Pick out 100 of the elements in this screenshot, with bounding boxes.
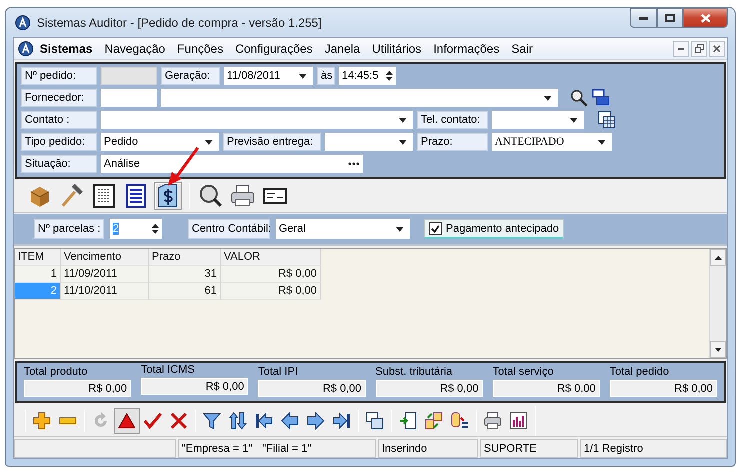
close-icon <box>713 44 721 52</box>
column-header[interactable]: VALOR <box>221 249 321 266</box>
database-query-icon <box>451 412 469 430</box>
column-header[interactable]: Prazo <box>149 249 221 266</box>
status-text: "Filial = 1" <box>262 442 312 454</box>
menu-item[interactable]: Informações <box>428 42 506 56</box>
status-text: "Empresa = 1" <box>182 442 252 454</box>
total-value: R$ 0,00 <box>258 380 366 397</box>
tab-button[interactable] <box>154 182 182 210</box>
prepaid-checkbox[interactable]: Pagamento antecipado <box>424 219 564 239</box>
column-header[interactable]: Vencimento <box>61 249 149 266</box>
close-button[interactable] <box>709 40 725 56</box>
transfer-icon <box>425 412 443 430</box>
order-type-dropdown[interactable]: Pedido <box>101 133 219 151</box>
right-arrow-icon <box>307 412 325 430</box>
field-label: Nº pedido: <box>21 67 97 85</box>
maximize-button[interactable] <box>657 8 683 28</box>
card-icon <box>263 188 287 204</box>
window-title: Sistemas Auditor - [Pedido de compra - versão 1.255] <box>37 16 323 30</box>
field-label: Geração: <box>161 67 220 85</box>
field-label: Prazo: <box>417 133 488 151</box>
menu-item[interactable]: Configurações <box>229 42 319 56</box>
close-icon <box>700 14 710 22</box>
dropdown-arrow-icon[interactable] <box>205 140 213 144</box>
refresh-icon <box>92 412 110 430</box>
maximize-icon <box>665 14 675 22</box>
status-text: SUPORTE <box>480 439 578 458</box>
close-icon <box>170 412 188 430</box>
sort-arrows-icon <box>229 412 247 430</box>
time-field[interactable]: 14:45:5 <box>339 67 396 85</box>
table-cell: 11/09/2011 <box>61 266 149 283</box>
dropdown-arrow-icon[interactable] <box>396 226 404 232</box>
import-list-icon <box>399 412 417 430</box>
table-cell: 1 <box>15 266 61 283</box>
total-value: R$ 0,00 <box>610 380 718 397</box>
spinner-arrows-icon[interactable] <box>386 69 393 83</box>
spinner-arrows-icon[interactable] <box>152 222 159 236</box>
last-record-icon <box>333 412 351 430</box>
app-logo-icon <box>15 14 31 30</box>
filter-icon <box>203 412 221 430</box>
date-field[interactable]: 11/08/2011 <box>224 67 313 85</box>
document-icon <box>93 184 115 208</box>
total-value: R$ 0,00 <box>141 378 248 395</box>
total-label: Total pedido <box>610 366 670 380</box>
menu-item[interactable]: Funções <box>171 42 230 56</box>
term-dropdown[interactable]: ANTECIPADO <box>492 133 612 151</box>
field-label: Nº parcelas : <box>34 219 104 239</box>
dropdown-arrow-icon[interactable] <box>544 96 552 100</box>
total-label: Total ICMS <box>141 364 196 378</box>
ellipsis-icon[interactable] <box>348 162 360 166</box>
minimize-icon <box>678 48 684 50</box>
dropdown-arrow-icon[interactable] <box>399 140 407 144</box>
minimize-button[interactable] <box>673 40 689 56</box>
menu-item[interactable]: Navegação <box>98 42 172 56</box>
field-label: Contato : <box>21 111 97 129</box>
minimize-button[interactable] <box>630 8 657 28</box>
printer-icon <box>484 412 502 430</box>
list-icon <box>126 184 146 208</box>
status-field[interactable]: Análise <box>101 155 363 173</box>
cost-center-dropdown[interactable]: Geral <box>276 219 410 239</box>
windows-icon[interactable] <box>592 89 610 107</box>
dropdown-arrow-icon[interactable] <box>299 74 307 78</box>
supplier-code-field[interactable] <box>101 89 157 107</box>
minimize-icon <box>639 16 648 20</box>
table-cell: 61 <box>149 283 221 300</box>
tab-button[interactable] <box>90 182 118 210</box>
close-button[interactable] <box>683 8 728 28</box>
restore-icon <box>694 44 704 53</box>
total-label: Total serviço <box>492 366 555 380</box>
status-text: Inserindo <box>378 439 478 458</box>
scrollbar[interactable] <box>709 249 726 358</box>
toolbar-button[interactable] <box>114 408 140 434</box>
field-label: às <box>317 67 335 85</box>
total-value: R$ 0,00 <box>376 380 483 397</box>
annotation-arrow <box>166 146 202 188</box>
column-header[interactable]: ITEM <box>15 249 61 266</box>
plus-icon <box>33 412 51 430</box>
total-label: Total produto <box>24 366 89 380</box>
menu-item[interactable]: Sair <box>506 42 539 56</box>
dropdown-arrow-icon[interactable] <box>399 118 407 122</box>
checkmark-icon <box>431 224 440 232</box>
dropdown-arrow-icon[interactable] <box>570 118 578 122</box>
field-label: Previsão entrega: <box>223 133 321 151</box>
menu-item[interactable]: Janela <box>318 42 366 56</box>
status-text: 1/1 Registro <box>580 439 727 458</box>
chart-icon <box>510 412 528 430</box>
menu-item[interactable]: Utilitários <box>366 42 428 56</box>
calendar-grid-icon[interactable] <box>598 111 616 129</box>
hammer-icon <box>60 184 84 208</box>
field-label: Tel. contato: <box>417 111 488 129</box>
menu-item[interactable]: Sistemas <box>34 42 99 56</box>
checkmark-icon <box>144 412 162 430</box>
restore-button[interactable] <box>691 40 707 56</box>
table-cell: 31 <box>149 266 221 283</box>
search-icon[interactable] <box>570 89 588 107</box>
total-value: R$ 0,00 <box>24 380 132 397</box>
total-label: Total IPI <box>258 366 300 380</box>
dropdown-arrow-icon[interactable] <box>598 140 606 144</box>
search-icon <box>199 184 223 208</box>
up-arrow-icon <box>714 256 722 260</box>
